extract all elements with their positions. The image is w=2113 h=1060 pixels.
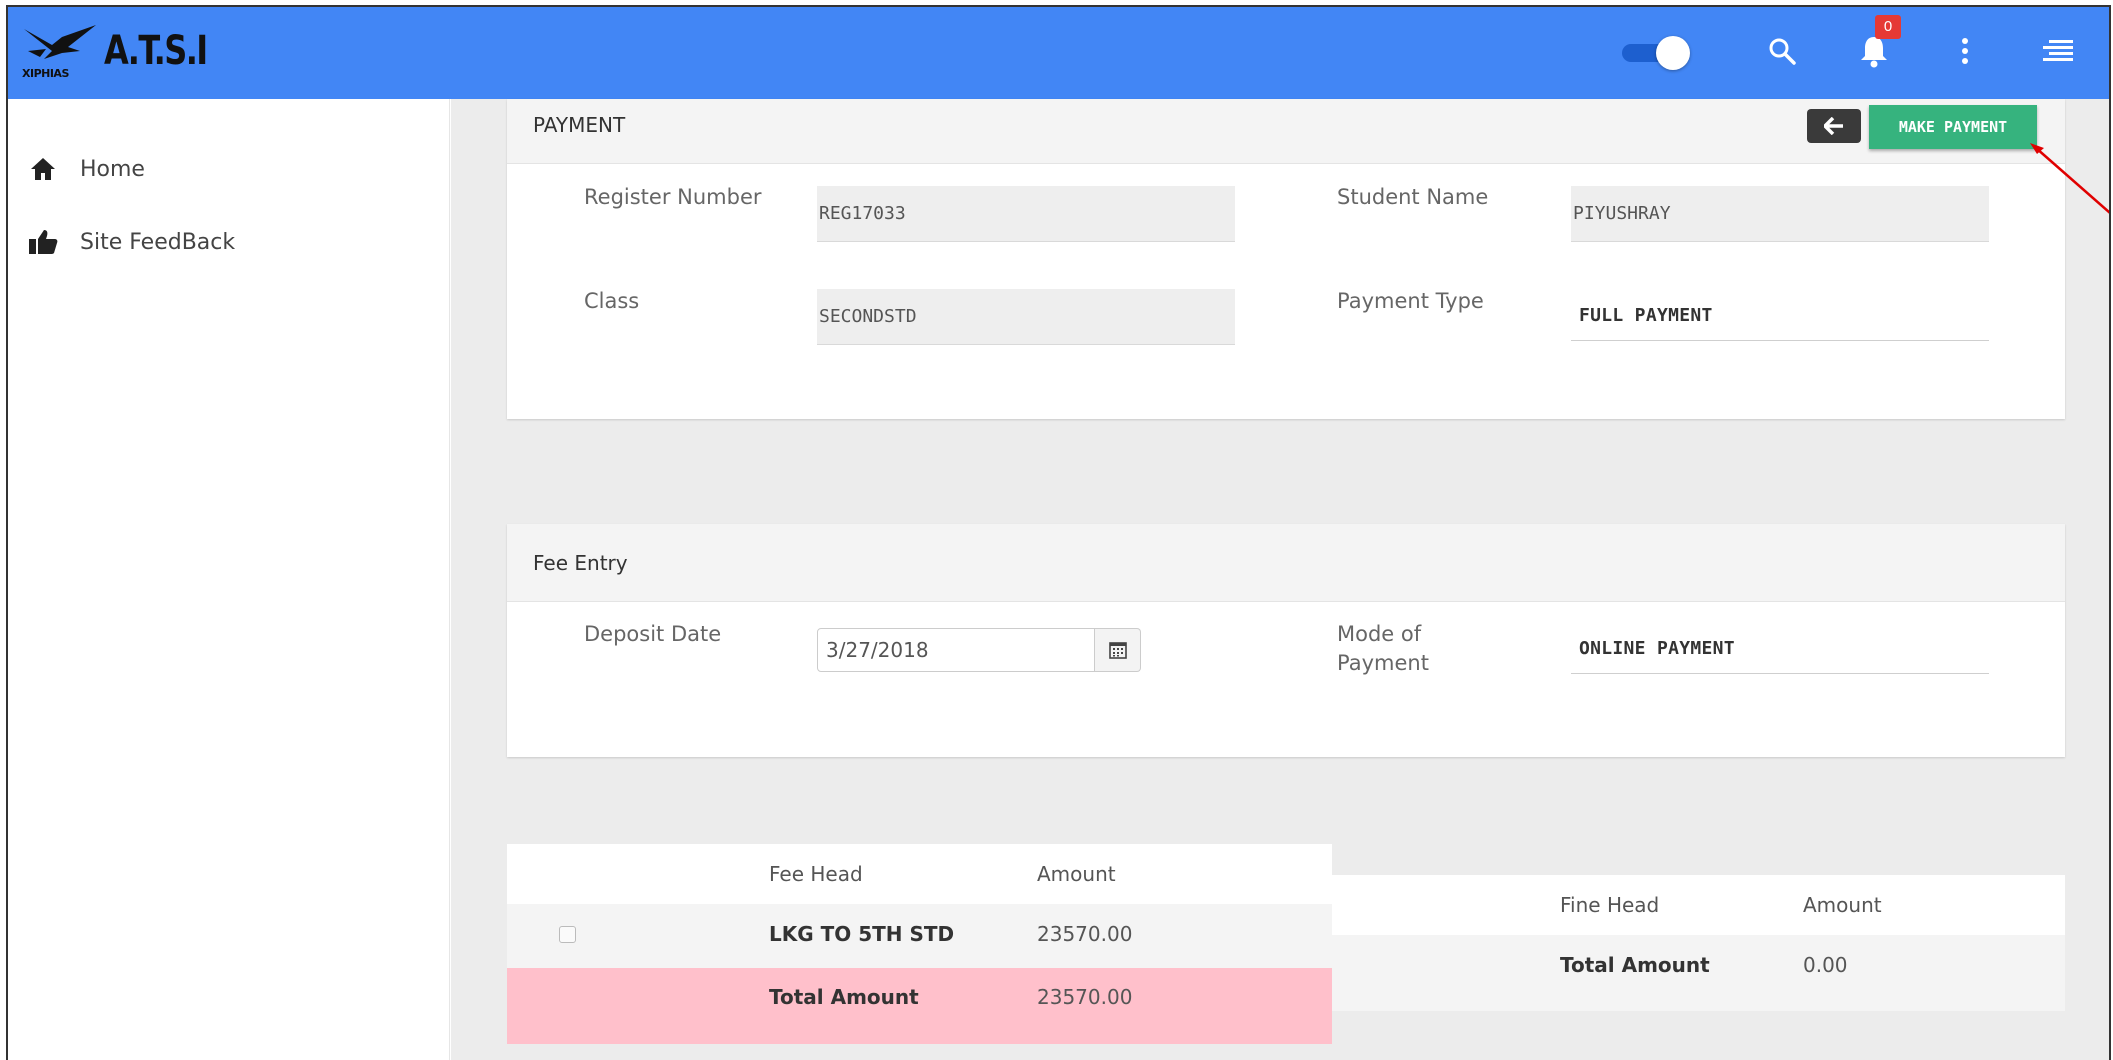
- sidebar-item-label: Home: [80, 156, 145, 182]
- fine-total-label: Total Amount: [1560, 953, 1710, 977]
- fine-table: Fine Head Amount Total Amount 0.00: [1332, 875, 2065, 1011]
- calendar-icon: [1108, 642, 1127, 659]
- fine-total-row: Total Amount 0.00: [1332, 935, 2065, 1011]
- logo[interactable]: XIPHIAS A.T.S.I: [22, 21, 232, 81]
- logo-subtext: XIPHIAS: [22, 67, 69, 80]
- amount-column: Amount: [1037, 862, 1116, 886]
- mode-label-line1: Mode of: [1337, 622, 1422, 646]
- payment-type-label: Payment Type: [1337, 289, 1484, 313]
- make-payment-button[interactable]: MAKE PAYMENT: [1869, 105, 2037, 149]
- register-number-field: REG17033: [817, 186, 1235, 242]
- more-vert-icon[interactable]: [1943, 29, 1987, 73]
- payment-title: PAYMENT: [533, 113, 626, 137]
- total-label: Total Amount: [769, 985, 919, 1009]
- sidebar-item-site-feedback[interactable]: Site FeedBack: [26, 222, 235, 262]
- fine-head-column: Fine Head: [1560, 893, 1660, 917]
- sidebar: Home Site FeedBack: [8, 99, 450, 1060]
- payment-type-select[interactable]: FULL PAYMENT: [1571, 291, 1989, 341]
- fee-entry-card: Fee Entry Deposit Date 3/27/2018 Mode of…: [507, 524, 2065, 757]
- fee-entry-title: Fee Entry: [533, 551, 628, 575]
- back-button[interactable]: [1807, 109, 1861, 143]
- deposit-date-input[interactable]: 3/27/2018: [817, 628, 1095, 672]
- sidebar-item-home[interactable]: Home: [26, 149, 145, 189]
- menu-icon[interactable]: [2036, 29, 2080, 73]
- class-field: SECONDSTD: [817, 289, 1235, 345]
- logo-text: A.T.S.I: [104, 28, 208, 74]
- fee-head-column: Fee Head: [769, 862, 863, 886]
- top-app-bar: XIPHIAS A.T.S.I 0: [8, 7, 2109, 99]
- total-row: Total Amount 23570.00: [507, 968, 1332, 1044]
- thumbs-up-icon: [26, 225, 60, 259]
- fee-head-cell: LKG TO 5TH STD: [769, 922, 955, 946]
- register-number-label: Register Number: [584, 185, 762, 209]
- toggle-knob: [1656, 36, 1690, 70]
- calendar-button[interactable]: [1095, 628, 1141, 672]
- student-name-label: Student Name: [1337, 185, 1489, 209]
- fee-table-header: Fee Head Amount: [507, 844, 1332, 904]
- amount-cell: 23570.00: [1037, 922, 1133, 946]
- theme-toggle[interactable]: [1622, 33, 1692, 71]
- fine-total-value: 0.00: [1803, 953, 1848, 977]
- mode-of-payment-label: Mode of Payment: [1337, 620, 1429, 678]
- table-row: LKG TO 5TH STD 23570.00: [507, 904, 1332, 968]
- mode-of-payment-select[interactable]: ONLINE PAYMENT: [1571, 624, 1989, 674]
- row-checkbox[interactable]: [559, 926, 576, 943]
- class-label: Class: [584, 289, 640, 313]
- annotation-arrow-icon: [2030, 143, 2109, 214]
- fee-entry-header: Fee Entry: [507, 524, 2065, 602]
- total-value: 23570.00: [1037, 985, 1133, 1009]
- search-icon[interactable]: [1760, 29, 1804, 73]
- app-frame: XIPHIAS A.T.S.I 0 Home Site FeedBack PAY…: [6, 5, 2111, 1060]
- arrow-left-icon: [1824, 117, 1843, 135]
- payment-card-header: PAYMENT MAKE PAYMENT: [507, 99, 2065, 164]
- main-content: PAYMENT MAKE PAYMENT Register Number REG…: [451, 99, 2109, 1060]
- fee-table: Fee Head Amount LKG TO 5TH STD 23570.00 …: [507, 844, 1332, 1044]
- eagle-logo-icon: XIPHIAS: [22, 21, 98, 81]
- sidebar-item-label: Site FeedBack: [80, 229, 236, 255]
- payment-card: PAYMENT MAKE PAYMENT Register Number REG…: [507, 99, 2065, 419]
- mode-label-line2: Payment: [1337, 651, 1429, 675]
- fine-table-header: Fine Head Amount: [1332, 875, 2065, 935]
- home-icon: [26, 152, 60, 186]
- fine-amount-column: Amount: [1803, 893, 1882, 917]
- notification-badge: 0: [1875, 15, 1901, 39]
- student-name-field: PIYUSHRAY: [1571, 186, 1989, 242]
- deposit-date-label: Deposit Date: [584, 622, 722, 646]
